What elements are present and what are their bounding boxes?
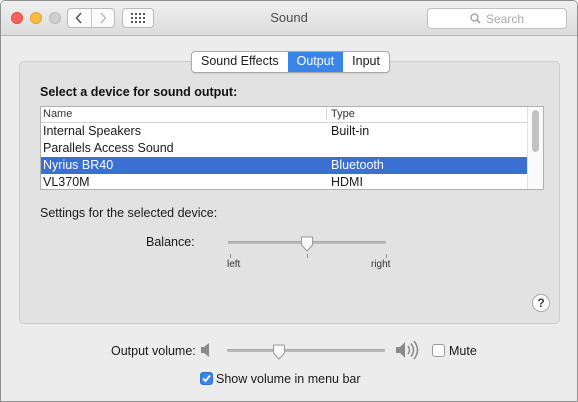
table-row[interactable]: VL370M HDMI [41,174,530,189]
output-volume-label: Output volume: [111,344,196,358]
help-icon: ? [537,296,545,310]
mute-checkbox[interactable] [432,344,445,357]
mute-label: Mute [449,344,477,358]
table-header: Name Type [41,107,529,123]
device-name: Internal Speakers [43,124,141,138]
balance-tick-center [307,254,308,258]
balance-left-label: left [227,259,241,270]
balance-slider-thumb[interactable] [300,236,314,252]
balance-tick-right [386,254,387,258]
balance-right-label: right [371,259,391,270]
device-type: Bluetooth [331,158,384,172]
tab-output[interactable]: Output [287,52,344,72]
output-panel: Select a device for sound output: Name T… [19,61,560,324]
volume-slider-track [227,349,385,352]
tab-input[interactable]: Input [343,52,389,72]
search-field[interactable]: Search [427,8,567,29]
device-name: VL370M [43,175,90,189]
show-volume-label: Show volume in menu bar [216,372,361,386]
volume-slider-thumb[interactable] [272,344,286,360]
scrollbar-thumb[interactable] [532,110,539,152]
tab-bar: Sound Effects Output Input [191,51,390,73]
table-row[interactable]: Internal Speakers Built-in [41,123,530,140]
table-row[interactable]: Parallels Access Sound [41,140,530,157]
device-name: Parallels Access Sound [43,141,174,155]
search-placeholder: Search [485,11,525,26]
device-type: Built-in [331,124,370,138]
device-name: Nyrius BR40 [43,158,114,172]
checkmark-icon [202,374,211,383]
output-volume-slider[interactable] [227,344,385,362]
device-table: Name Type Internal Speakers Built-in Par… [40,106,544,190]
device-heading: Select a device for sound output: [40,85,238,99]
sound-preferences-window: Sound Search Sound Effects Output Input … [0,0,578,402]
speaker-low-icon [201,343,209,357]
settings-label: Settings for the selected device: [40,206,218,220]
table-row-selected[interactable]: Nyrius BR40 Bluetooth [41,157,530,174]
speaker-high-icon [396,340,419,360]
column-header-name[interactable]: Name [43,108,72,120]
search-icon [470,13,481,24]
help-button[interactable]: ? [532,294,550,312]
column-header-type[interactable]: Type [331,108,355,120]
table-scrollbar[interactable] [527,107,543,189]
title-bar: Sound Search [1,1,577,36]
column-separator [326,108,327,120]
tab-sound-effects[interactable]: Sound Effects [192,52,288,72]
show-volume-checkbox[interactable] [200,372,213,385]
balance-tick-left [230,254,231,258]
balance-label: Balance: [146,235,195,249]
device-type: HDMI [331,175,363,189]
